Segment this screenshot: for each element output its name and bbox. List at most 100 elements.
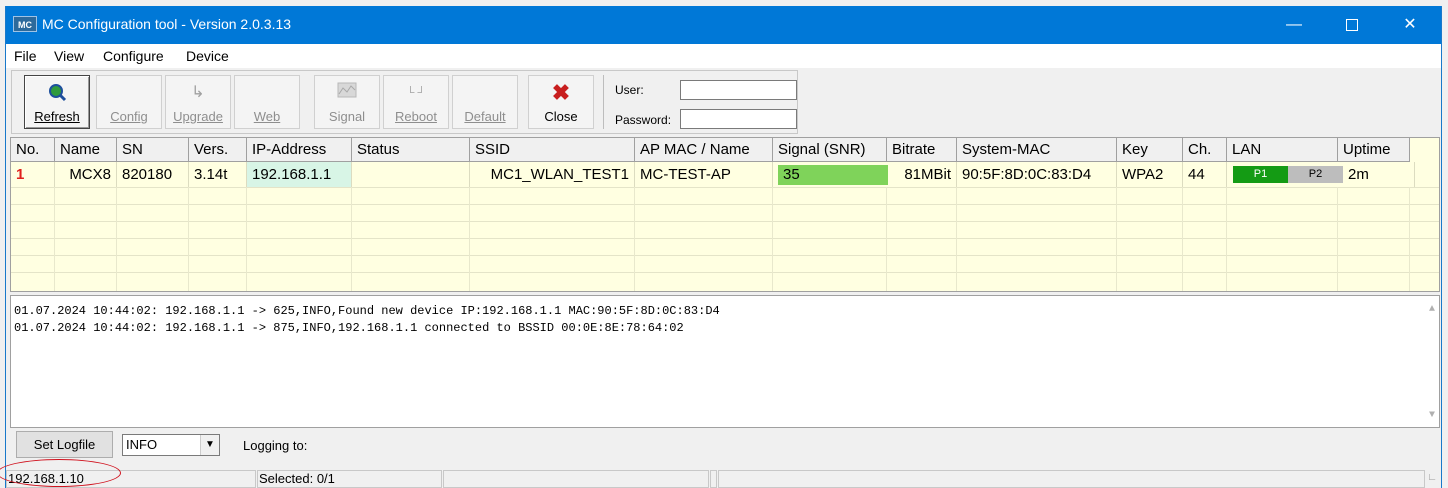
col-header-signal[interactable]: Signal (SNR)	[773, 138, 887, 162]
default-button[interactable]: Default	[452, 75, 518, 129]
title-bar[interactable]: MC MC Configuration tool - Version 2.0.3…	[6, 6, 1441, 44]
row-divider	[11, 272, 1439, 273]
toolbar: Refresh Config ↳ Upgrade Web Signal └ ┘ …	[11, 70, 798, 134]
col-divider	[469, 187, 470, 291]
col-header-no[interactable]: No.	[11, 138, 55, 162]
row-divider	[11, 238, 1439, 239]
col-header-name[interactable]: Name	[55, 138, 117, 162]
signal-button[interactable]: Signal	[314, 75, 380, 129]
upgrade-icon: ↳	[191, 84, 205, 101]
upgrade-button[interactable]: ↳ Upgrade	[165, 75, 231, 129]
window-title: MC Configuration tool - Version 2.0.3.13	[42, 16, 292, 32]
dropdown-arrow-icon: ▼	[200, 435, 219, 455]
cell-ssid: MC1_WLAN_TEST1	[470, 162, 635, 187]
cell-name: MCX8	[55, 162, 117, 187]
col-divider	[1337, 187, 1338, 291]
lan-port-p1: P1	[1233, 166, 1288, 183]
col-divider	[116, 187, 117, 291]
menu-device[interactable]: Device	[186, 48, 229, 64]
lan-port-p2: P2	[1288, 166, 1343, 183]
set-logfile-button[interactable]: Set Logfile	[16, 431, 113, 458]
annotation-ellipse	[0, 459, 121, 487]
cell-sn: 820180	[117, 162, 189, 187]
close-button[interactable]: ✖ Close	[528, 75, 594, 129]
row-divider	[11, 187, 1439, 188]
col-divider	[351, 187, 352, 291]
col-divider	[1409, 187, 1410, 291]
col-header-sysmac[interactable]: System-MAC	[957, 138, 1117, 162]
col-header-lan[interactable]: LAN	[1227, 138, 1338, 162]
log-line: 01.07.2024 10:44:02: 192.168.1.1 -> 625,…	[14, 304, 720, 318]
user-input[interactable]	[680, 80, 797, 100]
minimize-button[interactable]: —	[1265, 6, 1323, 44]
signal-icon	[315, 82, 379, 104]
status-pane	[718, 470, 1425, 488]
log-output[interactable]: 01.07.2024 10:44:02: 192.168.1.1 -> 625,…	[10, 295, 1440, 428]
close-x-icon: ✖	[551, 80, 571, 105]
maximize-icon	[1346, 18, 1358, 31]
web-button[interactable]: Web	[234, 75, 300, 129]
status-pane	[710, 470, 717, 488]
col-header-ip[interactable]: IP-Address	[247, 138, 352, 162]
menu-file[interactable]: File	[14, 48, 37, 64]
config-button[interactable]: Config	[96, 75, 162, 129]
col-divider	[634, 187, 635, 291]
col-header-status[interactable]: Status	[352, 138, 470, 162]
cell-ip: 192.168.1.1	[247, 162, 352, 187]
refresh-search-icon	[25, 82, 89, 104]
col-divider	[956, 187, 957, 291]
status-pane	[443, 470, 709, 488]
status-selected: Selected: 0/1	[257, 470, 442, 488]
cell-ap: MC-TEST-AP	[635, 162, 773, 187]
col-divider	[1226, 187, 1227, 291]
col-divider	[1116, 187, 1117, 291]
col-divider	[772, 187, 773, 291]
toolbar-separator	[603, 75, 604, 129]
col-header-bitrate[interactable]: Bitrate	[887, 138, 957, 162]
cell-ch: 44	[1183, 162, 1227, 187]
password-input[interactable]	[680, 109, 797, 129]
config-icon	[97, 82, 161, 104]
reboot-icon: └ ┘	[406, 87, 426, 99]
logging-controls: Set Logfile INFO ▼ Logging to:	[6, 430, 1441, 460]
log-level-value: INFO	[126, 437, 158, 452]
close-icon: ✕	[1403, 16, 1417, 33]
logging-to-label: Logging to:	[243, 438, 308, 453]
default-icon	[453, 82, 517, 104]
row-divider	[11, 204, 1439, 205]
device-table[interactable]: No. Name SN Vers. IP-Address Status SSID…	[10, 137, 1440, 292]
cell-key: WPA2	[1117, 162, 1183, 187]
cell-no: 1	[11, 162, 55, 187]
app-icon: MC	[13, 16, 37, 32]
cell-sysmac: 90:5F:8D:0C:83:D4	[957, 162, 1117, 187]
row-divider	[11, 221, 1439, 222]
col-header-key[interactable]: Key	[1117, 138, 1183, 162]
col-divider	[246, 187, 247, 291]
scroll-down-icon[interactable]: ▼	[1429, 410, 1435, 421]
close-window-button[interactable]: ✕	[1381, 6, 1439, 44]
app-window: MC MC Configuration tool - Version 2.0.3…	[5, 6, 1442, 488]
col-divider	[188, 187, 189, 291]
resize-grip-icon[interactable]: ∟	[1427, 472, 1437, 483]
reboot-button[interactable]: └ ┘ Reboot	[383, 75, 449, 129]
col-header-uptime[interactable]: Uptime	[1338, 138, 1410, 162]
log-line: 01.07.2024 10:44:02: 192.168.1.1 -> 875,…	[14, 321, 684, 335]
col-divider	[54, 187, 55, 291]
log-level-select[interactable]: INFO ▼	[122, 434, 220, 456]
col-header-sn[interactable]: SN	[117, 138, 189, 162]
menu-configure[interactable]: Configure	[103, 48, 164, 64]
menu-bar: File View Configure Device	[6, 44, 1441, 68]
status-bar: 192.168.1.10 Selected: 0/1 ∟	[6, 470, 1441, 488]
col-divider	[1182, 187, 1183, 291]
col-header-ch[interactable]: Ch.	[1183, 138, 1227, 162]
col-header-ap[interactable]: AP MAC / Name	[635, 138, 773, 162]
maximize-button[interactable]	[1323, 6, 1381, 44]
col-divider	[886, 187, 887, 291]
scroll-up-icon[interactable]: ▲	[1429, 304, 1435, 315]
col-header-vers[interactable]: Vers.	[189, 138, 247, 162]
cell-status	[352, 162, 470, 187]
row-divider	[11, 255, 1439, 256]
menu-view[interactable]: View	[54, 48, 84, 64]
col-header-ssid[interactable]: SSID	[470, 138, 635, 162]
refresh-button[interactable]: Refresh	[24, 75, 90, 129]
